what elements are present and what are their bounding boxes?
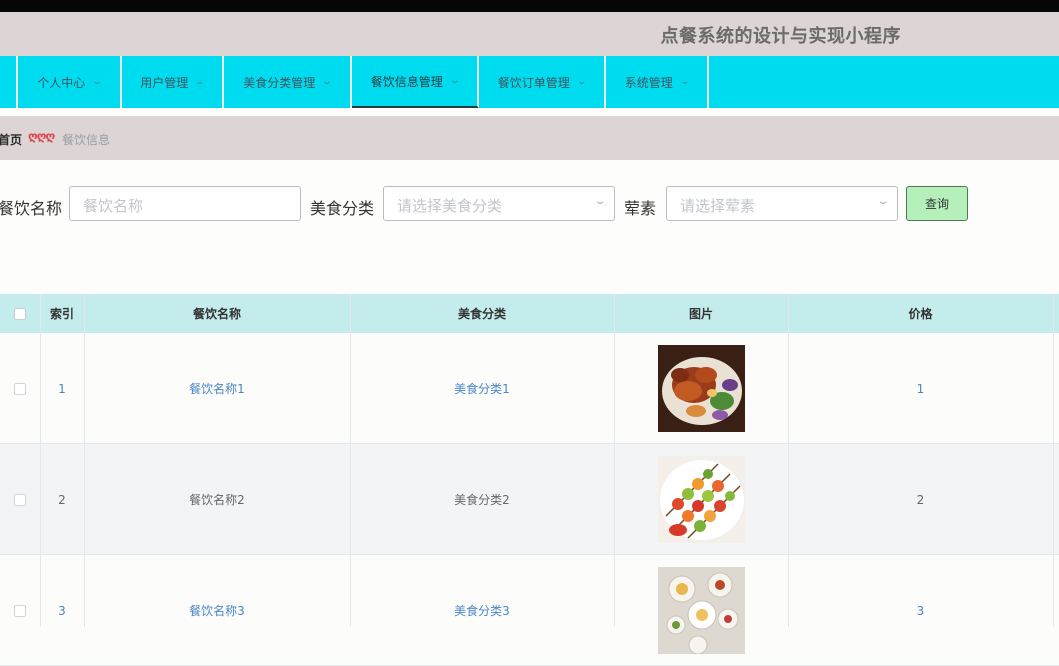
app-title: 点餐系统的设计与实现小程序 <box>660 26 901 47</box>
breadcrumb-home[interactable]: 首页 <box>0 131 22 148</box>
grilled-shrimp-image <box>657 345 745 432</box>
query-button[interactable]: 查询 <box>906 186 968 221</box>
table-row: 1 餐饮名称1 美食分类1 1 <box>0 333 1059 444</box>
row-checkbox[interactable] <box>14 493 26 506</box>
chevron-down-icon: ⌄ <box>876 196 890 207</box>
column-header-price: 价格 <box>908 307 933 321</box>
food-category-label: 美食分类 <box>310 199 375 218</box>
veggie-skewers-image <box>657 456 745 543</box>
window-top-bar <box>0 0 1059 12</box>
row-price: 3 <box>916 603 925 618</box>
column-divider <box>40 294 41 627</box>
row-image-cell <box>614 555 788 666</box>
row-select-cell <box>0 444 40 555</box>
dish-name-label: 餐饮名称 <box>0 199 63 218</box>
row-checkbox[interactable] <box>14 604 26 617</box>
row-food-category: 美食分类1 <box>454 382 510 396</box>
column-header-index: 索引 <box>49 307 74 321</box>
row-select-cell <box>0 333 40 444</box>
dish-name-input[interactable]: 餐饮名称 <box>69 186 301 221</box>
column-divider <box>350 294 351 627</box>
row-dish-name: 餐饮名称1 <box>189 382 245 396</box>
column-divider <box>1053 294 1054 627</box>
nav-item-label: 用户管理 <box>140 75 189 90</box>
column-header-image: 图片 <box>688 307 713 321</box>
table-header: 索引 餐饮名称 美食分类 图片 价格 <box>0 294 1059 333</box>
nav-item-label: 美食分类管理 <box>243 75 316 90</box>
veg-type-select[interactable]: 请选择荤素 ⌄ <box>666 186 898 221</box>
column-header-dish-name: 餐饮名称 <box>192 307 241 321</box>
row-image-cell <box>614 333 788 444</box>
chevron-down-icon: ⌄ <box>194 77 206 87</box>
row-index: 1 <box>58 381 66 396</box>
nav-item-food-category-management[interactable]: 美食分类管理 ⌄ <box>224 56 352 108</box>
row-select-cell <box>0 555 40 666</box>
veg-type-label: 荤素 <box>624 199 657 218</box>
column-divider <box>84 294 85 627</box>
breadcrumb-separator-icon: ღღღ <box>28 129 55 143</box>
table-row: 2 餐饮名称2 美食分类2 2 <box>0 444 1059 555</box>
dish-name-placeholder: 餐饮名称 <box>83 197 144 215</box>
column-divider <box>614 294 615 627</box>
breadcrumb-current: 餐饮信息 <box>62 133 111 147</box>
chevron-down-icon: ⌄ <box>449 76 460 86</box>
food-category-placeholder: 请选择美食分类 <box>397 197 503 215</box>
breadcrumb: 首页 ღღღ 餐饮信息 <box>0 116 1059 160</box>
chevron-down-icon: ⌄ <box>593 196 607 207</box>
nav-item-label: 个人中心 <box>37 75 86 90</box>
nav-item-system-management[interactable]: 系统管理 ⌄ <box>606 56 709 108</box>
row-index: 3 <box>58 603 66 618</box>
nav-item-user-management[interactable]: 用户管理 ⌄ <box>122 56 224 108</box>
column-divider <box>788 294 789 627</box>
nav-item-personal-center[interactable]: 个人中心 ⌄ <box>18 56 122 108</box>
nav-item-dining-info-management[interactable]: 餐饮信息管理 ⌄ <box>352 56 479 108</box>
row-food-category: 美食分类3 <box>454 604 510 618</box>
breakfast-table-image <box>657 567 745 654</box>
column-header-food-category: 美食分类 <box>457 307 506 321</box>
app-header: 点餐系统的设计与实现小程序 <box>0 12 1059 56</box>
food-category-select[interactable]: 请选择美食分类 ⌄ <box>383 186 615 221</box>
row-price: 1 <box>916 381 925 396</box>
main-nav: 个人中心 ⌄ 用户管理 ⌄ 美食分类管理 ⌄ 餐饮信息管理 ⌄ 餐饮订单管理 ⌄ 系统管理… <box>0 56 1059 108</box>
select-all-cell <box>0 294 40 333</box>
row-dish-name: 餐饮名称2 <box>189 493 245 507</box>
table-row: 3 餐饮名称3 美食分类3 3 <box>0 555 1059 666</box>
chevron-down-icon: ⌄ <box>321 77 333 87</box>
row-checkbox[interactable] <box>14 382 26 395</box>
nav-item-label: 餐饮订单管理 <box>497 75 570 90</box>
row-index: 2 <box>58 492 66 507</box>
nav-item-label: 系统管理 <box>624 75 673 90</box>
veg-type-placeholder: 请选择荤素 <box>680 197 756 215</box>
nav-item-dining-order-management[interactable]: 餐饮订单管理 ⌄ <box>479 56 606 108</box>
row-image-cell <box>614 444 788 555</box>
chevron-down-icon: ⌄ <box>576 77 587 87</box>
row-dish-name: 餐饮名称3 <box>189 604 245 618</box>
chevron-down-icon: ⌄ <box>91 77 103 87</box>
nav-divider <box>16 56 18 108</box>
nav-item-label: 餐饮信息管理 <box>370 74 443 89</box>
row-food-category: 美食分类2 <box>454 493 510 507</box>
row-price: 2 <box>916 492 925 507</box>
select-all-checkbox[interactable] <box>14 307 26 320</box>
chevron-down-icon: ⌄ <box>679 77 690 87</box>
